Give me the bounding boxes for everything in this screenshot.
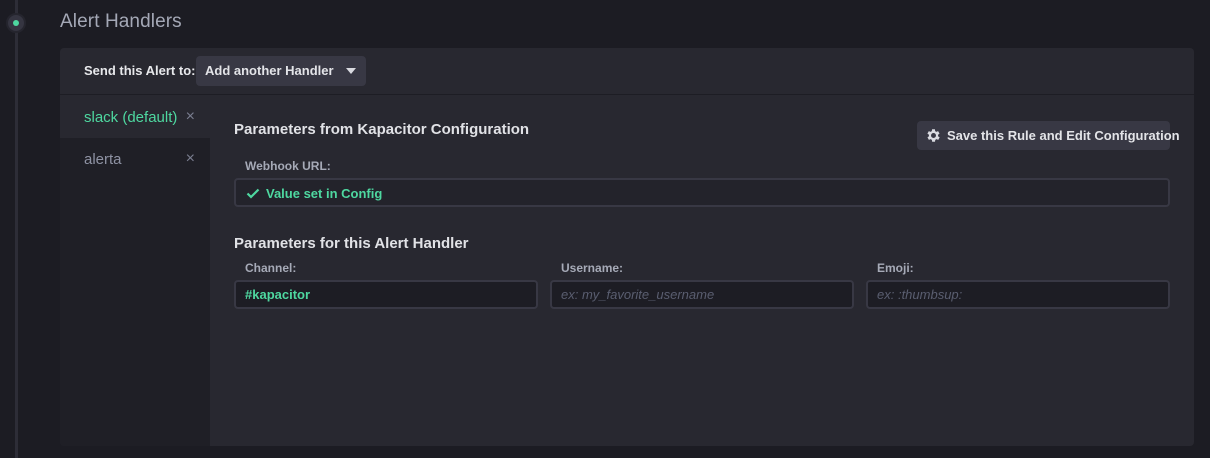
config-params-title: Parameters from Kapacitor Configuration bbox=[234, 121, 530, 138]
username-label: Username: bbox=[561, 261, 624, 275]
channel-label: Channel: bbox=[245, 261, 297, 275]
tab-slack[interactable]: slack (default) × bbox=[60, 96, 210, 138]
close-icon[interactable]: × bbox=[186, 150, 195, 168]
save-rule-edit-config-label: Save this Rule and Edit Configuration bbox=[947, 128, 1180, 143]
tab-alerta[interactable]: alerta × bbox=[60, 138, 210, 180]
gear-icon bbox=[927, 129, 940, 142]
panel-header: Send this Alert to: Add another Handler bbox=[60, 48, 1194, 95]
save-rule-edit-config-button[interactable]: Save this Rule and Edit Configuration bbox=[917, 121, 1180, 150]
tab-alerta-label: alerta bbox=[84, 151, 122, 168]
tab-slack-label: slack (default) bbox=[84, 109, 178, 126]
timeline-line bbox=[15, 0, 18, 458]
webhook-url-label: Webhook URL: bbox=[245, 159, 331, 173]
handler-tab-sidebar: slack (default) × alerta × bbox=[60, 96, 210, 446]
add-handler-dropdown-label: Add another Handler bbox=[205, 63, 334, 78]
check-icon bbox=[246, 188, 260, 199]
channel-input[interactable] bbox=[234, 280, 538, 309]
webhook-config-value: Value set in Config bbox=[266, 186, 383, 201]
send-alert-label: Send this Alert to: bbox=[84, 63, 196, 78]
timeline-node-icon bbox=[6, 13, 26, 33]
emoji-input[interactable] bbox=[866, 280, 1170, 309]
add-handler-dropdown[interactable]: Add another Handler bbox=[196, 56, 366, 86]
username-input[interactable] bbox=[550, 280, 854, 309]
timeline-node-dot bbox=[13, 20, 19, 26]
alert-handlers-panel: Send this Alert to: Add another Handler … bbox=[60, 48, 1194, 446]
caret-down-icon bbox=[346, 68, 356, 74]
close-icon[interactable]: × bbox=[186, 108, 195, 126]
emoji-label: Emoji: bbox=[877, 261, 914, 275]
webhook-config-status: Value set in Config bbox=[234, 178, 1170, 207]
handler-params-title: Parameters for this Alert Handler bbox=[234, 235, 469, 252]
section-title: Alert Handlers bbox=[60, 11, 182, 32]
